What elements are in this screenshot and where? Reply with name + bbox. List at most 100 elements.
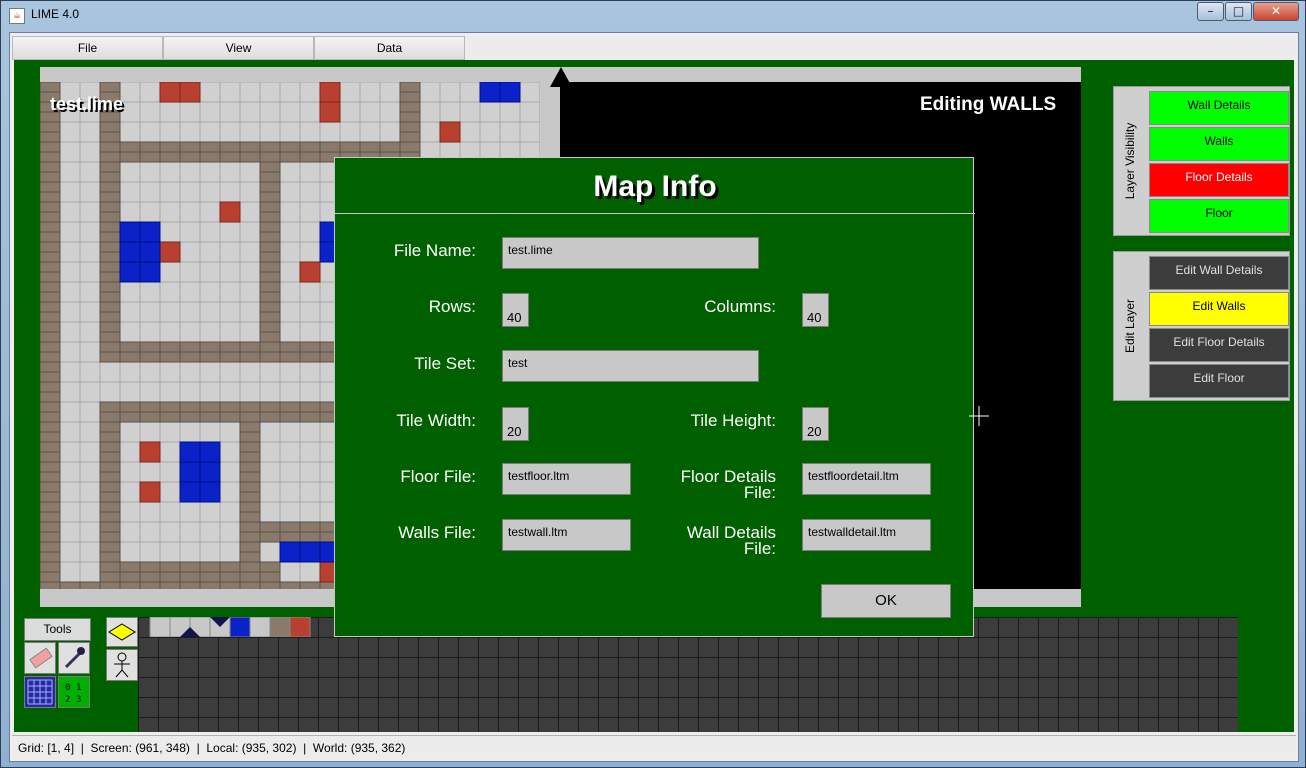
floor-tile [279, 361, 301, 383]
file-name-field[interactable]: test.lime [502, 237, 759, 269]
floor-tile [119, 521, 141, 543]
visibility-floor-details[interactable]: Floor Details [1149, 163, 1289, 197]
floor-tile [219, 261, 241, 283]
floor-tile [159, 161, 181, 183]
floor-tile [179, 541, 201, 563]
floor-tile [239, 381, 261, 403]
floor-tile [59, 141, 81, 163]
water-tile [279, 541, 301, 563]
floor-tile [159, 261, 181, 283]
menu-data[interactable]: Data [314, 36, 465, 60]
water-tile [299, 541, 321, 563]
ok-button[interactable]: OK [821, 584, 951, 618]
floor-tile [139, 461, 161, 483]
floor-tile [119, 301, 141, 323]
eyedropper-icon[interactable] [58, 642, 90, 674]
tile-palette-strip[interactable] [138, 617, 318, 637]
floor-tile [79, 161, 101, 183]
floor-tile [79, 461, 101, 483]
floor-tile [119, 461, 141, 483]
brick-detail-tile [139, 481, 161, 503]
visibility-wall-details[interactable]: Wall Details [1149, 91, 1289, 125]
edit-walls-button[interactable]: Edit Walls [1149, 292, 1289, 326]
floor-tile [179, 221, 201, 243]
floor-details-file-field[interactable]: testfloordetail.ltm [802, 463, 931, 495]
floor-tile [159, 481, 181, 503]
maximize-button[interactable]: □ [1225, 2, 1252, 21]
floor-tile [179, 301, 201, 323]
columns-field[interactable]: 40 [802, 293, 829, 327]
floor-tile [239, 241, 261, 263]
floor-tile [199, 501, 221, 523]
floor-tile [239, 221, 261, 243]
edit-floor-button[interactable]: Edit Floor [1149, 364, 1289, 398]
floor-tile [239, 82, 261, 103]
menu-view[interactable]: View [163, 36, 314, 60]
floor-tile [259, 381, 281, 403]
floor-tile [159, 181, 181, 203]
tile-height-field[interactable]: 20 [802, 407, 829, 441]
floor-tile [59, 301, 81, 323]
floor-tile [219, 181, 241, 203]
floor-tile [259, 461, 281, 483]
rows-field[interactable]: 40 [502, 293, 529, 327]
edit-floor-details-button[interactable]: Edit Floor Details [1149, 328, 1289, 362]
floor-tile [299, 82, 321, 103]
water-tile [179, 461, 201, 483]
floor-tile [199, 421, 221, 443]
floor-tile [199, 82, 221, 103]
floor-tile [79, 181, 101, 203]
floor-tile [359, 82, 381, 103]
floor-tile [339, 101, 361, 123]
floor-tile [159, 441, 181, 463]
floor-tile [119, 361, 141, 383]
floor-tile [199, 101, 221, 123]
numbered-grid-icon[interactable]: 0 1 2 3 [58, 676, 90, 708]
floor-file-field[interactable]: testfloor.ltm [502, 463, 631, 495]
eraser-icon[interactable] [24, 642, 56, 674]
visibility-floor[interactable]: Floor [1149, 199, 1289, 233]
wall-tile [40, 581, 61, 589]
title-bar[interactable]: ☕ LIME 4.0 – □ ✕ [1, 1, 1306, 31]
wall-details-file-field[interactable]: testwalldetail.ltm [802, 519, 931, 551]
floor-tile [79, 401, 101, 423]
status-local: Local: (935, 302) [206, 741, 297, 755]
floor-tile [219, 221, 241, 243]
floor-tile [59, 181, 81, 203]
wall-tile [139, 581, 161, 589]
floor-tile [119, 501, 141, 523]
floor-tile [239, 301, 261, 323]
stick-figure-icon[interactable] [106, 649, 138, 681]
palette-wall-tile [269, 617, 291, 637]
tile-set-field[interactable]: test [502, 350, 759, 382]
floor-tile [79, 241, 101, 263]
floor-tile [159, 121, 181, 143]
close-button[interactable]: ✕ [1253, 2, 1299, 21]
floor-tile [79, 141, 101, 163]
floor-tile [199, 381, 221, 403]
floor-tile [279, 481, 301, 503]
floor-tile [139, 541, 161, 563]
floor-tile [59, 321, 81, 343]
edit-layer-title: Edit Layer [1123, 298, 1137, 354]
grid-icon[interactable] [24, 676, 56, 708]
floor-tile [159, 461, 181, 483]
floor-tile [159, 321, 181, 343]
tile-width-field[interactable]: 20 [502, 407, 529, 441]
scroll-marker-icon[interactable] [550, 67, 572, 87]
floor-tile [119, 421, 141, 443]
floor-tile [279, 121, 301, 143]
visibility-walls[interactable]: Walls [1149, 127, 1289, 161]
floor-tile [79, 221, 101, 243]
floor-tile [219, 281, 241, 303]
floor-tile [119, 201, 141, 223]
edit-wall-details-button[interactable]: Edit Wall Details [1149, 256, 1289, 290]
floor-tile [259, 481, 281, 503]
floor-tile [139, 181, 161, 203]
diamond-shape-icon[interactable] [106, 617, 138, 647]
water-tile [139, 221, 161, 243]
walls-file-field[interactable]: testwall.ltm [502, 519, 631, 551]
menu-file[interactable]: File [12, 36, 163, 60]
minimize-button[interactable]: – [1197, 2, 1224, 21]
floor-tile [459, 121, 481, 143]
